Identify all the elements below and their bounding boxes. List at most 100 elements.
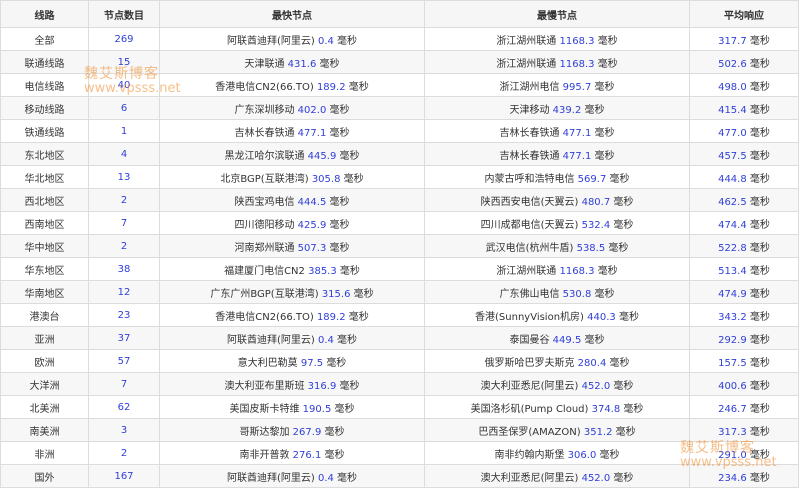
unit-label: 毫秒 xyxy=(749,35,770,47)
route-name: 电信线路 xyxy=(24,81,65,93)
unit-label: 毫秒 xyxy=(329,104,350,116)
fastest-cell: 天津联通 431.6 毫秒 xyxy=(159,50,425,74)
unit-label: 毫秒 xyxy=(337,334,358,346)
node-count: 2 xyxy=(120,194,128,206)
fastest-node-ms: 477.1 xyxy=(297,127,327,139)
average-ms: 474.4 xyxy=(718,219,747,231)
fastest-cell: 北京BGP(互联港湾) 305.8 毫秒 xyxy=(159,165,425,189)
unit-label: 毫秒 xyxy=(353,288,374,300)
unit-label: 毫秒 xyxy=(609,173,630,185)
unit-label: 毫秒 xyxy=(749,58,770,70)
node-count: 1 xyxy=(120,125,128,137)
unit-label: 毫秒 xyxy=(329,219,350,231)
route-cell: 华中地区 xyxy=(0,234,89,258)
node-count: 269 xyxy=(114,33,134,45)
fastest-node-name: 阿联酋迪拜(阿里云) xyxy=(226,334,315,346)
table-row: 电信线路 40 香港电信CN2(66.TO) 189.2 毫秒 浙江湖州电信 995.… xyxy=(0,73,799,97)
slowest-cell: 香港(SunnyVision机房) 440.3 毫秒 xyxy=(424,303,690,327)
slowest-cell: 广东佛山电信 530.8 毫秒 xyxy=(424,280,690,304)
fastest-cell: 广东广州BGP(互联港湾) 315.6 毫秒 xyxy=(159,280,425,304)
slowest-node-name: 武汉电信(杭州牛盾) xyxy=(485,242,574,254)
fastest-cell: 香港电信CN2(66.TO) 189.2 毫秒 xyxy=(159,73,425,97)
unit-label: 毫秒 xyxy=(749,472,770,484)
average-ms: 444.8 xyxy=(718,173,747,185)
fastest-node-ms: 385.3 xyxy=(308,265,337,277)
slowest-node-ms: 532.4 xyxy=(581,219,611,231)
average-ms: 457.5 xyxy=(718,150,747,162)
fastest-node-ms: 444.5 xyxy=(297,196,327,208)
slowest-node-ms: 530.8 xyxy=(562,288,592,300)
fastest-node-name: 四川德阳移动 xyxy=(234,219,295,231)
slowest-node-name: 浙江湖州联通 xyxy=(496,265,557,277)
fastest-cell: 陕西宝鸡电信 444.5 毫秒 xyxy=(159,188,425,212)
average-cell: 343.2 毫秒 xyxy=(689,303,799,327)
slowest-cell: 浙江湖州联通 1168.3 毫秒 xyxy=(424,27,690,51)
node-count: 62 xyxy=(117,401,131,413)
unit-label: 毫秒 xyxy=(337,35,358,47)
slowest-node-ms: 449.5 xyxy=(552,334,582,346)
average-cell: 502.6 毫秒 xyxy=(689,50,799,74)
node-count: 12 xyxy=(117,286,131,298)
slowest-node-name: 浙江湖州联通 xyxy=(496,35,557,47)
unit-label: 毫秒 xyxy=(749,150,770,162)
unit-label: 毫秒 xyxy=(326,357,347,369)
table-row: 铁通线路 1 吉林长春铁通 477.1 毫秒 吉林长春铁通 477.1 毫秒 477.0… xyxy=(0,119,799,143)
slowest-node-ms: 440.3 xyxy=(587,311,616,323)
slowest-node-ms: 452.0 xyxy=(581,380,611,392)
table-row: 非洲 2 南非开普敦 276.1 毫秒 南非约翰内斯堡 306.0 毫秒 291.0 毫… xyxy=(0,441,799,465)
unit-label: 毫秒 xyxy=(334,403,355,415)
table-row: 东北地区 4 黑龙江哈尔滨联通 445.9 毫秒 吉林长春铁通 477.1 毫秒 457… xyxy=(0,142,799,166)
fastest-node-ms: 189.2 xyxy=(316,81,346,93)
average-cell: 317.3 毫秒 xyxy=(689,418,799,442)
fastest-node-name: 香港电信CN2(66.TO) xyxy=(215,81,314,93)
route-cell: 华南地区 xyxy=(0,280,89,304)
fastest-node-name: 陕西宝鸡电信 xyxy=(234,196,295,208)
slowest-cell: 澳大利亚悉尼(阿里云) 452.0 毫秒 xyxy=(424,372,690,396)
slowest-cell: 澳大利亚悉尼(阿里云) 452.0 毫秒 xyxy=(424,464,690,488)
slowest-node-ms: 374.8 xyxy=(591,403,621,415)
slowest-node-name: 俄罗斯哈巴罗夫斯克 xyxy=(484,357,575,369)
route-cell: 北美洲 xyxy=(0,395,89,419)
fastest-node-name: 北京BGP(互联港湾) xyxy=(220,173,309,185)
count-cell: 12 xyxy=(88,280,160,304)
node-count: 3 xyxy=(120,424,128,436)
unit-label: 毫秒 xyxy=(749,173,770,185)
unit-label: 毫秒 xyxy=(613,196,634,208)
unit-label: 毫秒 xyxy=(749,403,770,415)
average-cell: 457.5 毫秒 xyxy=(689,142,799,166)
unit-label: 毫秒 xyxy=(329,196,350,208)
average-cell: 234.6 毫秒 xyxy=(689,464,799,488)
fastest-node-ms: 305.8 xyxy=(311,173,341,185)
table-header: 线路 节点数目 最快节点 最慢节点 平均响应 xyxy=(0,0,799,28)
slowest-node-ms: 1168.3 xyxy=(559,35,595,47)
slowest-cell: 俄罗斯哈巴罗夫斯克 280.4 毫秒 xyxy=(424,349,690,373)
slowest-node-name: 吉林长春铁通 xyxy=(499,127,560,139)
route-cell: 铁通线路 xyxy=(0,119,89,143)
average-ms: 415.4 xyxy=(718,104,747,116)
fastest-cell: 意大利巴勒莫 97.5 毫秒 xyxy=(159,349,425,373)
fastest-node-ms: 431.6 xyxy=(287,58,317,70)
slowest-cell: 浙江湖州电信 995.7 毫秒 xyxy=(424,73,690,97)
node-count: 2 xyxy=(120,240,128,252)
table-row: 联通线路 15 天津联通 431.6 毫秒 浙江湖州联通 1168.3 毫秒 502.6… xyxy=(0,50,799,74)
fastest-node-ms: 445.9 xyxy=(307,150,337,162)
count-cell: 2 xyxy=(88,441,160,465)
slowest-node-name: 广东佛山电信 xyxy=(499,288,560,300)
count-cell: 40 xyxy=(88,73,160,97)
average-ms: 400.6 xyxy=(718,380,747,392)
average-ms: 477.0 xyxy=(718,127,747,139)
route-name: 西南地区 xyxy=(24,219,65,231)
node-count: 37 xyxy=(117,332,131,344)
average-cell: 522.8 毫秒 xyxy=(689,234,799,258)
table-body: 全部 269 阿联酋迪拜(阿里云) 0.4 毫秒 浙江湖州联通 1168.3 毫秒 31… xyxy=(0,27,799,488)
unit-label: 毫秒 xyxy=(339,265,360,277)
slowest-node-ms: 477.1 xyxy=(562,150,592,162)
slowest-cell: 浙江湖州联通 1168.3 毫秒 xyxy=(424,50,690,74)
average-ms: 343.2 xyxy=(718,311,747,323)
fastest-node-ms: 97.5 xyxy=(300,357,324,369)
count-cell: 6 xyxy=(88,96,160,120)
route-name: 移动线路 xyxy=(24,104,65,116)
slowest-node-ms: 995.7 xyxy=(562,81,592,93)
unit-label: 毫秒 xyxy=(609,357,630,369)
node-count: 167 xyxy=(114,470,134,482)
